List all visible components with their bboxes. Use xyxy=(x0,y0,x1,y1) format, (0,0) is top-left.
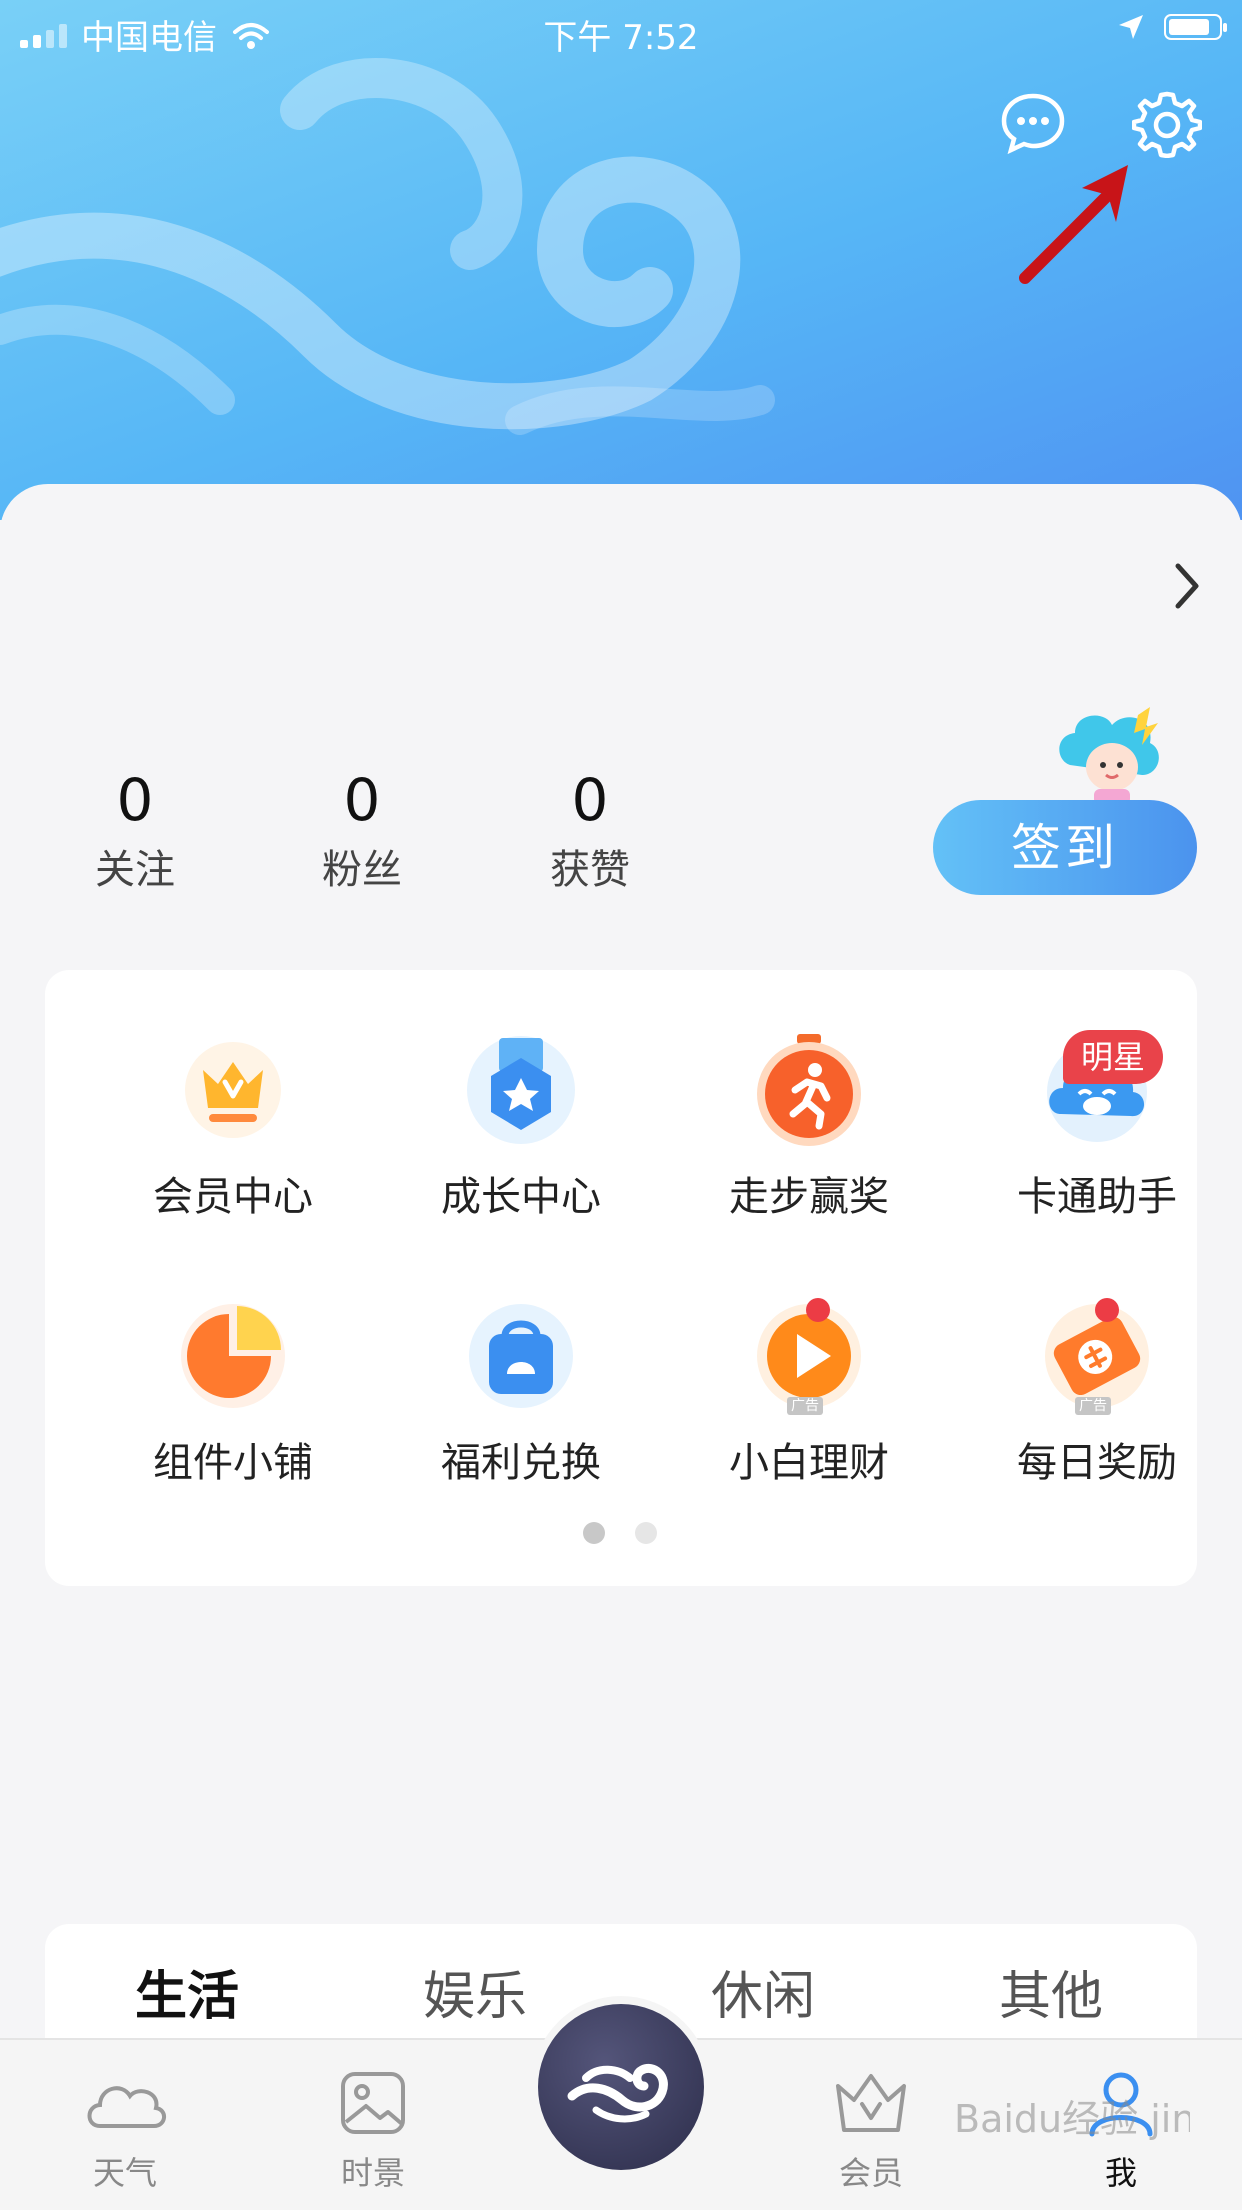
stat-likes[interactable]: 0 获赞 xyxy=(510,765,670,895)
nav-member[interactable]: 会员 xyxy=(796,2068,946,2194)
stat-label: 关注 xyxy=(95,847,175,893)
nav-label: 时景 xyxy=(340,2154,405,2192)
grid-item-label: 走步赢奖 xyxy=(729,1174,889,1220)
person-icon xyxy=(1089,2072,1153,2137)
grid-item-label: 会员中心 xyxy=(153,1174,313,1220)
crown-icon xyxy=(185,1042,281,1138)
grid-item-label: 小白理财 xyxy=(729,1440,889,1486)
nav-scenery[interactable]: 时景 xyxy=(298,2068,448,2194)
center-home-button[interactable] xyxy=(538,2004,704,2170)
notification-dot xyxy=(1095,1298,1119,1322)
grid-item-walk-reward[interactable]: 走步赢奖 xyxy=(679,1030,939,1230)
crown-outline-icon xyxy=(836,2074,906,2132)
cloud-logo-icon xyxy=(567,2064,668,2123)
settings-button[interactable] xyxy=(1131,88,1203,159)
tab-life[interactable]: 生活 xyxy=(67,1954,307,2029)
page-indicator-dot xyxy=(635,1522,657,1544)
red-arrow-annotation xyxy=(1019,165,1128,284)
status-time: 下午 7:52 xyxy=(543,18,699,58)
cloud-icon xyxy=(87,2086,166,2128)
nav-label: 会员 xyxy=(838,2154,903,2192)
stat-label: 粉丝 xyxy=(322,847,402,893)
stat-following[interactable]: 0 关注 xyxy=(55,765,215,895)
page-indicator-dot-active xyxy=(583,1522,605,1544)
tab-other[interactable]: 其他 xyxy=(931,1954,1171,2029)
message-button[interactable] xyxy=(998,88,1068,158)
feature-grid-card: 会员中心 成长中心 走步赢奖 卡通助手 组件小铺 福利兑换 小白理财 每日奖励 xyxy=(45,970,1197,1586)
stat-value: 0 xyxy=(571,766,609,834)
grid-item-label: 成长中心 xyxy=(441,1174,601,1220)
grid-item-daily-reward[interactable]: 每日奖励 xyxy=(967,1296,1227,1496)
gear-icon xyxy=(1131,91,1203,159)
nav-label: 我 xyxy=(1104,2154,1137,2192)
battery-icon xyxy=(1164,14,1227,40)
grid-item-welfare-exchange[interactable]: 福利兑换 xyxy=(391,1296,651,1496)
location-arrow-icon xyxy=(1119,15,1143,39)
ad-tag: 广告 xyxy=(787,1397,823,1415)
grid-item-label: 福利兑换 xyxy=(441,1440,601,1486)
signin-button[interactable]: 签到 xyxy=(933,800,1197,895)
stat-value: 0 xyxy=(116,766,154,834)
grid-item-widget-shop[interactable]: 组件小铺 xyxy=(103,1296,363,1496)
grid-item-label: 卡通助手 xyxy=(1017,1174,1177,1220)
notification-dot xyxy=(806,1298,830,1322)
grid-item-finance[interactable]: 小白理财 xyxy=(679,1296,939,1496)
stat-label: 获赞 xyxy=(550,847,630,893)
chevron-right-icon xyxy=(1175,563,1199,609)
status-bar: 中国电信 下午 7:52 xyxy=(0,0,1242,62)
grid-item-label: 组件小铺 xyxy=(153,1440,313,1486)
nav-weather[interactable]: 天气 xyxy=(50,2068,200,2194)
mascot-icon xyxy=(1059,707,1159,805)
star-badge: 明星 xyxy=(1063,1030,1163,1084)
profile-header: 中国电信 下午 7:52 xyxy=(0,0,1242,520)
stat-fans[interactable]: 0 粉丝 xyxy=(282,765,442,895)
image-icon xyxy=(341,2072,405,2134)
profile-detail-button[interactable] xyxy=(1168,556,1208,616)
grid-item-growth-center[interactable]: 成长中心 xyxy=(391,1030,651,1230)
nav-label: 天气 xyxy=(92,2154,157,2192)
shopping-bag-icon xyxy=(469,1304,573,1408)
medal-icon xyxy=(467,1036,575,1144)
ad-tag: 广告 xyxy=(1075,1397,1111,1415)
grid-item-member-center[interactable]: 会员中心 xyxy=(103,1030,363,1230)
grid-item-label: 每日奖励 xyxy=(1017,1440,1177,1486)
chat-bubble-icon xyxy=(1001,93,1065,155)
pie-chart-icon xyxy=(181,1304,285,1408)
nav-me[interactable]: 我 xyxy=(1046,2068,1196,2194)
stat-value: 0 xyxy=(343,766,381,834)
running-icon xyxy=(757,1034,861,1146)
